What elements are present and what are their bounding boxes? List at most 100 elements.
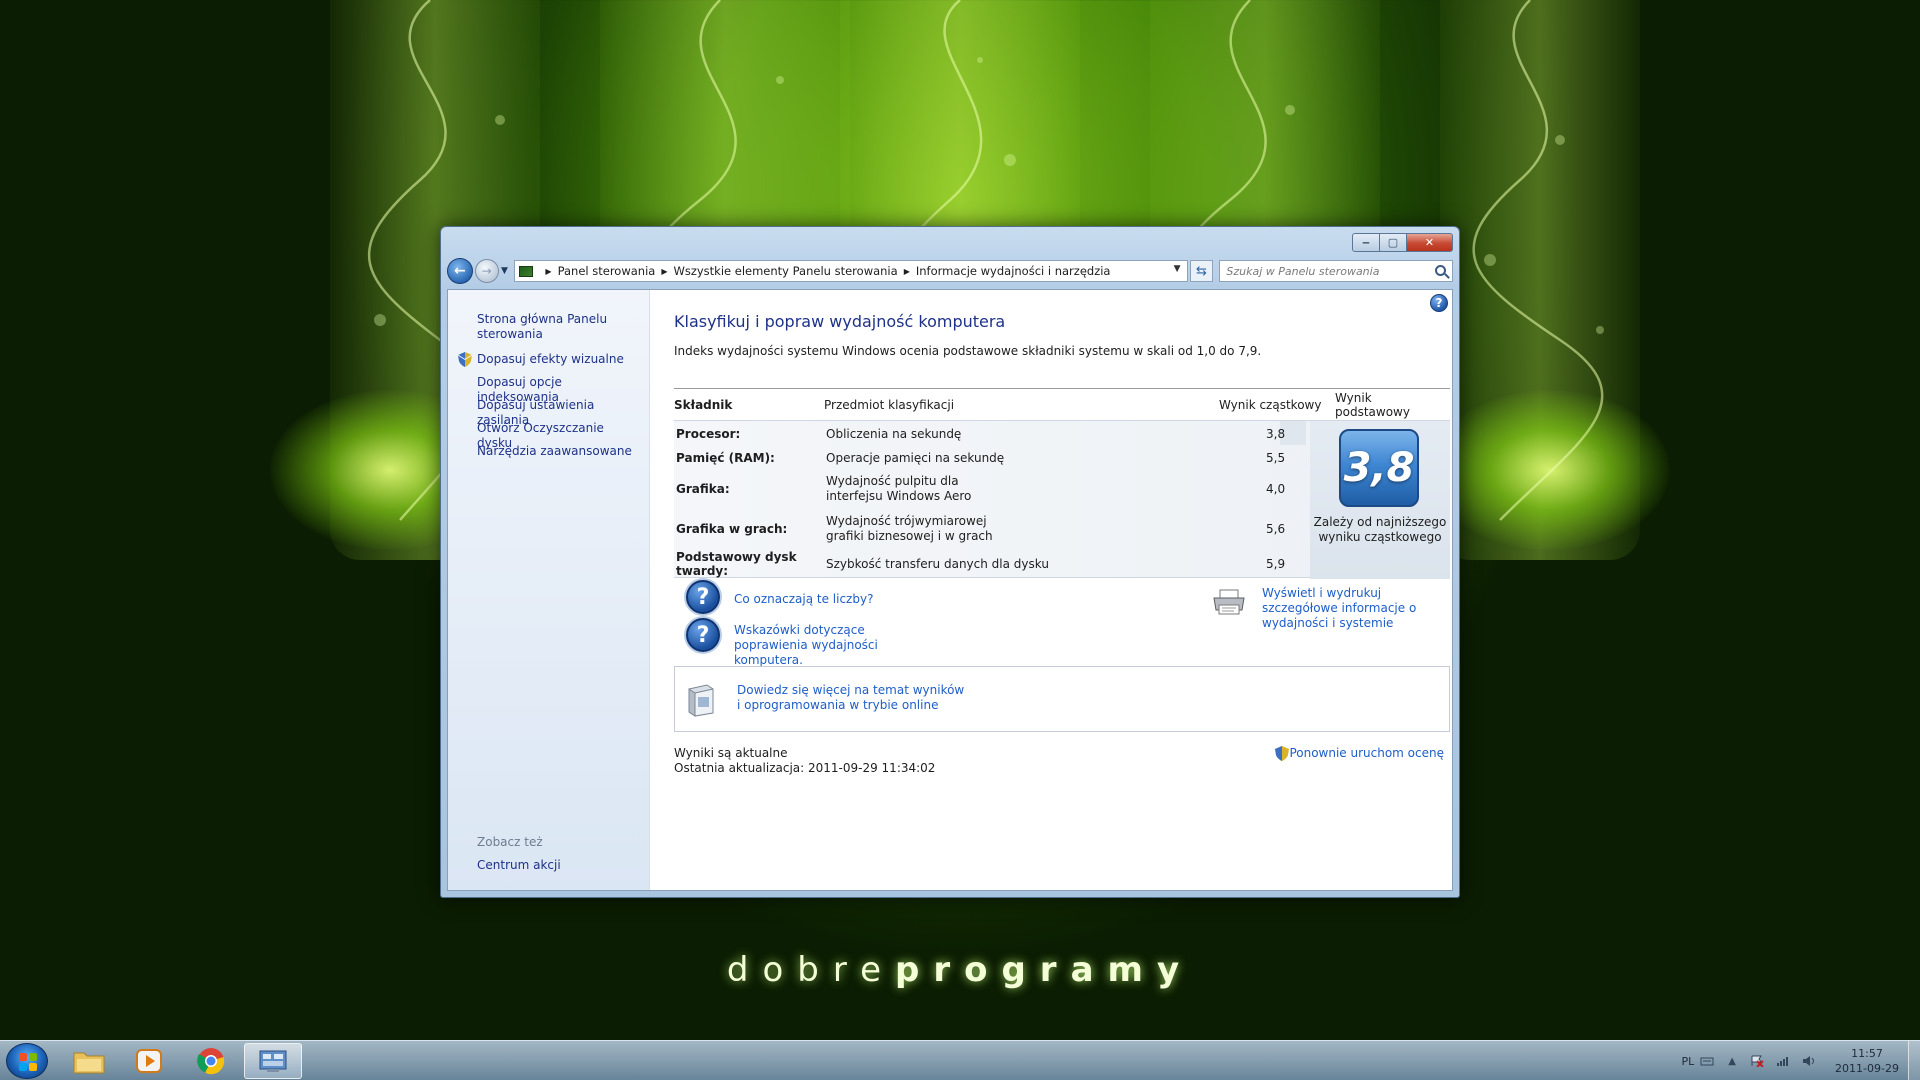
base-score-panel: 3,8 Zależy od najniższego wyniku cząstko…	[1310, 421, 1450, 579]
refresh-button[interactable]: ⇆	[1189, 260, 1214, 282]
software-box-icon	[688, 684, 714, 717]
taskbar-media-player-button[interactable]	[120, 1043, 178, 1079]
control-panel-icon	[259, 1050, 287, 1072]
row-subject: Wydajność trójwymiarowej grafiki bizneso…	[826, 514, 993, 543]
rerun-assessment[interactable]: Ponownie uruchom ocenę	[1275, 746, 1444, 761]
brand-light-part: dobre	[726, 950, 895, 990]
row-component: Grafika w grach:	[676, 522, 788, 536]
breadcrumb-all-items[interactable]: Wszystkie elementy Panelu sterowania	[673, 264, 897, 278]
search-input[interactable]	[1226, 264, 1427, 278]
link-learn-more-online[interactable]: Dowiedz się więcej na temat wyników i op…	[737, 683, 967, 713]
media-player-icon	[136, 1049, 162, 1073]
clock[interactable]: 11:57 2011-09-29	[1832, 1046, 1902, 1076]
breadcrumb-arrow-icon[interactable]: ▶	[545, 267, 551, 276]
wallpaper-brand-text: dobreprogramy	[0, 950, 1920, 990]
volume-icon[interactable]	[1802, 1055, 1816, 1067]
forward-button[interactable]: →	[474, 259, 499, 283]
row-component: Podstawowy dysk twardy:	[676, 550, 797, 578]
keyboard-icon[interactable]	[1700, 1055, 1714, 1067]
sidebar-link-visual-effects[interactable]: Dopasuj efekty wizualne	[477, 352, 642, 367]
window-content: Strona główna Panelu sterowania Dopasuj …	[447, 289, 1453, 891]
windows-logo-icon	[19, 1053, 37, 1071]
taskbar: PL ▲ 11:57 2011-09-29	[0, 1040, 1920, 1080]
taskbar-chrome-button[interactable]	[182, 1043, 240, 1079]
taskbar-control-panel-button[interactable]	[244, 1043, 302, 1079]
header-base-score: Wynik podstawowy	[1335, 390, 1410, 419]
table-row: Procesor: Obliczenia na sekundę 3,8	[674, 424, 1310, 444]
wallpaper-glow	[1430, 390, 1670, 550]
chrome-icon	[197, 1048, 225, 1075]
row-subject: Szybkość transferu danych dla dysku	[826, 556, 1049, 571]
link-print-details[interactable]: Wyświetl i wydrukuj szczegółowe informac…	[1262, 586, 1452, 631]
shield-icon	[458, 352, 472, 367]
row-score: 5,5	[1266, 451, 1286, 465]
table-header: Składnik Przedmiot klasyfikacji Wynik cz…	[674, 388, 1450, 420]
show-hidden-icons-icon[interactable]: ▲	[1728, 1056, 1736, 1067]
start-button[interactable]	[6, 1043, 48, 1079]
see-also-heading: Zobacz też	[477, 835, 543, 849]
breadcrumb-arrow-icon[interactable]: ▶	[661, 267, 667, 276]
row-subject: Wydajność pulpitu dla interfejsu Windows…	[826, 474, 972, 503]
breadcrumb-control-panel[interactable]: Panel sterowania	[558, 264, 656, 278]
search-icon[interactable]	[1434, 265, 1446, 276]
minimize-button[interactable]: ‒	[1352, 233, 1380, 252]
row-component: Grafika:	[676, 482, 730, 496]
chevron-down-icon: ▼	[501, 266, 508, 276]
search-box[interactable]	[1219, 260, 1453, 282]
performance-window: ‒ ▢ ✕ ← → ▼ ▶ Panel sterowania ▶ Wszystk…	[440, 226, 1460, 898]
link-rerun-assessment[interactable]: Ponownie uruchom ocenę	[1289, 746, 1444, 761]
sidebar: Strona główna Panelu sterowania Dopasuj …	[448, 290, 650, 890]
sidebar-link-home[interactable]: Strona główna Panelu sterowania	[477, 312, 642, 342]
table-row: Pamięć (RAM): Operacje pamięci na sekund…	[674, 448, 1310, 468]
help-question-icon: ?	[686, 580, 720, 614]
taskbar-explorer-button[interactable]	[60, 1043, 118, 1079]
table-row: Podstawowy dysk twardy: Szybkość transfe…	[674, 550, 1310, 578]
header-subject: Przedmiot klasyfikacji	[824, 397, 955, 412]
link-what-numbers-mean[interactable]: Co oznaczają te liczby?	[734, 592, 873, 607]
help-button[interactable]: ?	[1430, 294, 1448, 312]
control-panel-icon	[519, 265, 534, 277]
system-tray: PL ▲ 11:57 2011-09-29	[1682, 1041, 1902, 1080]
shield-icon	[1275, 746, 1290, 761]
network-icon[interactable]	[1776, 1055, 1790, 1067]
base-score-badge: 3,8	[1339, 429, 1419, 507]
status-last-update: Ostatnia aktualizacja: 2011-09-29 11:34:…	[674, 761, 936, 775]
intro-text: Indeks wydajności systemu Windows ocenia…	[674, 344, 1262, 358]
show-desktop-button[interactable]	[1908, 1041, 1920, 1080]
base-score-note: Zależy od najniższego wyniku cząstkowego	[1313, 515, 1447, 544]
main-panel: ? Klasyfikuj i popraw wydajność komputer…	[650, 290, 1452, 890]
table-body: Procesor: Obliczenia na sekundę 3,8 Pami…	[674, 420, 1450, 579]
clock-time: 11:57	[1851, 1047, 1883, 1060]
sidebar-link-advanced-tools[interactable]: Narzędzia zaawansowane	[477, 444, 642, 459]
row-component: Procesor:	[676, 427, 741, 441]
row-score: 3,8	[1266, 427, 1286, 441]
address-dropdown-icon[interactable]: ▼	[1174, 264, 1181, 274]
address-bar[interactable]: ▶ Panel sterowania ▶ Wszystkie elementy …	[514, 260, 1188, 282]
breadcrumb-arrow-icon[interactable]: ▶	[904, 267, 910, 276]
window-controls: ‒ ▢ ✕	[1352, 233, 1453, 252]
table-row: Grafika w grach: Wydajność trójwymiarowe…	[674, 513, 1310, 545]
header-subscore: Wynik cząstkowy	[1219, 397, 1322, 412]
breadcrumb-performance[interactable]: Informacje wydajności i narzędzia	[916, 264, 1111, 278]
refresh-icon: ⇆	[1196, 263, 1207, 279]
score-status: Wyniki są aktualne Ostatnia aktualizacja…	[674, 746, 935, 776]
back-button[interactable]: ←	[447, 258, 473, 284]
row-score: 5,6	[1266, 522, 1286, 536]
brand-bold-part: programy	[895, 950, 1194, 990]
navigation-bar: ← → ▼ ▶ Panel sterowania ▶ Wszystkie ele…	[447, 257, 1453, 285]
language-indicator[interactable]: PL	[1682, 1055, 1695, 1068]
close-button[interactable]: ✕	[1407, 233, 1453, 252]
recent-pages-button[interactable]: ▼	[499, 266, 511, 276]
row-score: 5,9	[1266, 557, 1286, 571]
sidebar-link-action-center[interactable]: Centrum akcji	[477, 858, 642, 873]
learn-more-box: Dowiedz się więcej na temat wyników i op…	[674, 666, 1450, 732]
table-row: Grafika: Wydajność pulpitu dla interfejs…	[674, 473, 1310, 505]
link-performance-tips[interactable]: Wskazówki dotyczące poprawienia wydajnoś…	[734, 623, 934, 668]
clock-date: 2011-09-29	[1835, 1062, 1899, 1075]
row-component: Pamięć (RAM):	[676, 451, 775, 465]
maximize-button[interactable]: ▢	[1380, 233, 1407, 252]
action-center-flag-icon[interactable]	[1750, 1055, 1764, 1067]
score-table: Składnik Przedmiot klasyfikacji Wynik cz…	[674, 388, 1450, 579]
arrow-right-icon: →	[481, 264, 492, 278]
page-title: Klasyfikuj i popraw wydajność komputera	[674, 312, 1006, 331]
